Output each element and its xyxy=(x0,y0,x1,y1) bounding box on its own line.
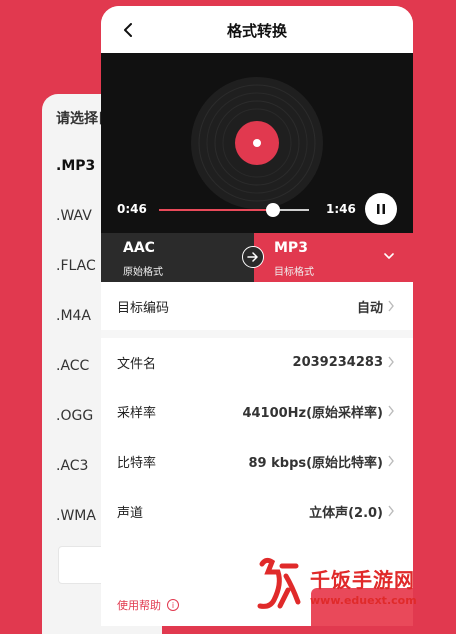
source-format: AAC 原始格式 xyxy=(101,233,254,282)
row-value: 89 kbps(原始比特率) xyxy=(248,455,384,471)
row-label: 比特率 xyxy=(117,455,157,471)
current-time: 0:46 xyxy=(117,202,147,216)
pause-button[interactable] xyxy=(365,193,397,225)
source-format-name: AAC xyxy=(123,240,155,256)
chevron-right-icon xyxy=(388,455,394,467)
row-value: 2039234283 xyxy=(292,354,383,370)
format-convert-screen: 格式转换 0:46 1:46 AAC 原始格式 MP3 目标格式 目标编码 自动… xyxy=(101,6,413,626)
audio-player: 0:46 1:46 xyxy=(101,53,413,233)
settings-row-channel[interactable]: 声道 立体声(2.0) xyxy=(101,487,413,535)
section-divider xyxy=(101,330,413,338)
watermark-logo-icon xyxy=(257,557,301,609)
chevron-right-icon xyxy=(388,505,394,517)
progress-slider[interactable] xyxy=(159,203,309,217)
total-time: 1:46 xyxy=(326,202,356,216)
chevron-right-icon xyxy=(388,356,394,368)
watermark: 千饭手游网 www.eduext.com xyxy=(252,556,452,616)
row-label: 声道 xyxy=(117,505,144,521)
row-label: 目标编码 xyxy=(117,300,170,316)
settings-row-filename[interactable]: 文件名 2039234283 xyxy=(101,338,413,386)
header: 格式转换 xyxy=(101,6,413,53)
source-format-label: 原始格式 xyxy=(123,267,163,278)
arrow-right-icon xyxy=(242,246,264,268)
page-title: 格式转换 xyxy=(226,22,287,40)
settings-row-sample-rate[interactable]: 采样率 44100Hz(原始采样率) xyxy=(101,387,413,435)
watermark-url: www.eduext.com xyxy=(310,594,417,607)
chevron-right-icon xyxy=(388,405,394,417)
target-format-label: 目标格式 xyxy=(274,267,314,278)
chevron-down-icon[interactable] xyxy=(383,250,395,262)
info-icon: i xyxy=(167,599,179,611)
row-value: 立体声(2.0) xyxy=(309,505,383,521)
row-label: 文件名 xyxy=(117,356,157,372)
row-value: 44100Hz(原始采样率) xyxy=(242,405,383,421)
target-format-name: MP3 xyxy=(274,240,308,256)
settings-row-encoding[interactable]: 目标编码 自动 xyxy=(101,282,413,330)
settings-row-bitrate[interactable]: 比特率 89 kbps(原始比特率) xyxy=(101,437,413,485)
pause-icon xyxy=(377,204,385,214)
row-value: 自动 xyxy=(356,300,383,316)
chevron-right-icon xyxy=(388,300,394,312)
progress-fill xyxy=(159,209,273,211)
progress-thumb[interactable] xyxy=(266,203,280,217)
watermark-text: 千饭手游网 xyxy=(310,568,415,592)
vinyl-record-icon xyxy=(191,77,323,209)
row-label: 采样率 xyxy=(117,405,157,421)
help-link[interactable]: 使用帮助 i xyxy=(117,597,179,613)
help-label: 使用帮助 xyxy=(117,599,161,612)
format-bar: AAC 原始格式 MP3 目标格式 xyxy=(101,233,413,282)
target-format-selector[interactable]: MP3 目标格式 xyxy=(254,233,413,282)
